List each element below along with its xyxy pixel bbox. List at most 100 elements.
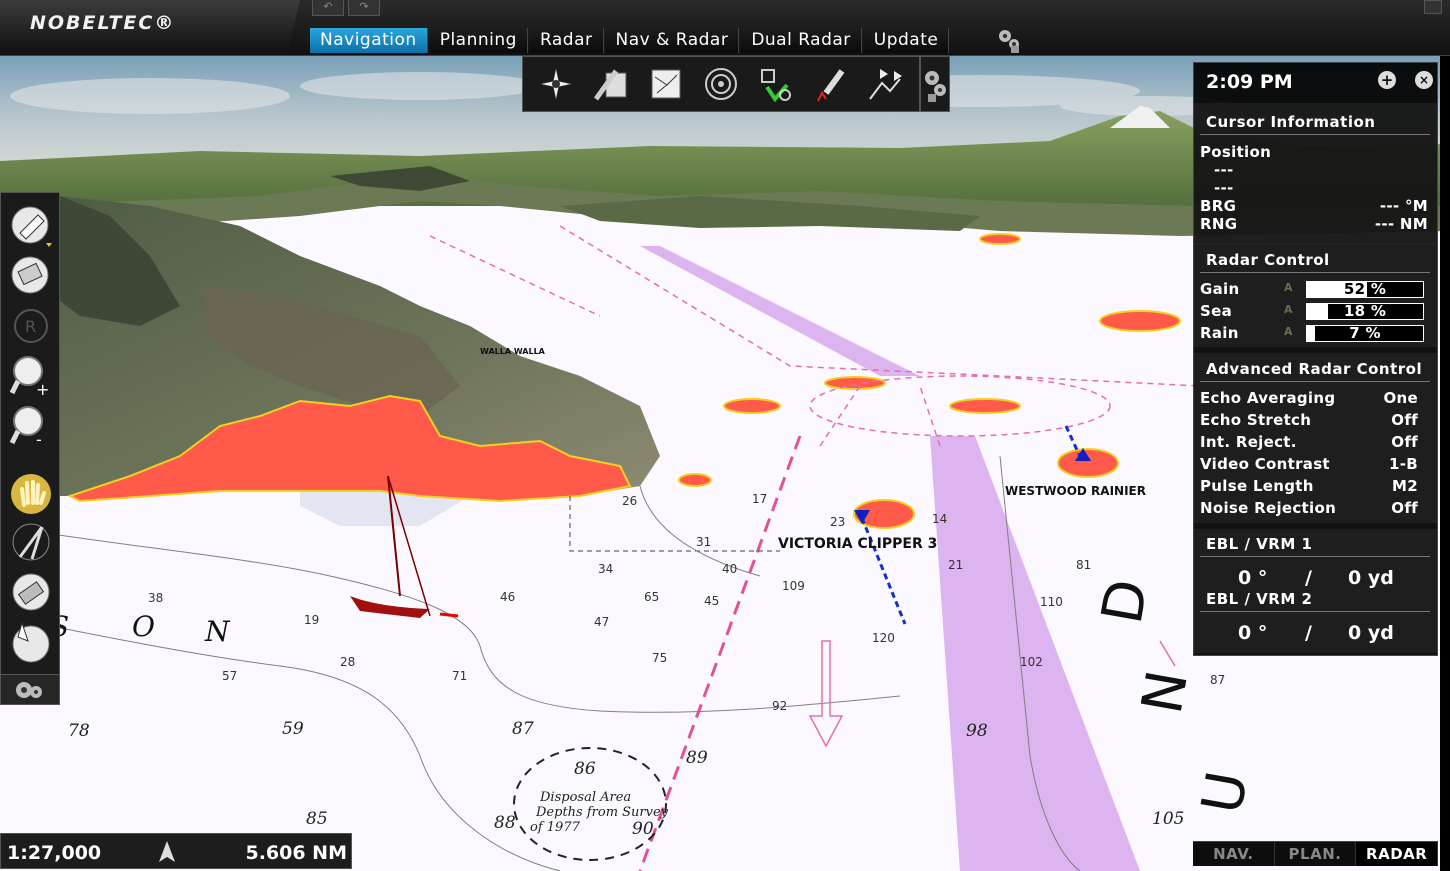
boat-center-icon[interactable] <box>8 203 54 249</box>
add-panel-button[interactable]: + <box>1378 71 1396 89</box>
area-note: of 1977 <box>530 820 581 835</box>
undo-redo-group: ↶ ↷ <box>312 0 384 18</box>
redo-button[interactable]: ↷ <box>348 0 380 16</box>
svg-text:+: + <box>36 380 49 399</box>
rain-slider[interactable]: 7 % <box>1306 325 1424 342</box>
sounding-label: 21 <box>948 558 963 572</box>
radar-r-icon[interactable]: R <box>8 303 54 349</box>
title-bar: NOBELTEC® ↶ ↷ Navigation Planning Radar … <box>0 0 1450 56</box>
sea-slider[interactable]: 18 % <box>1306 303 1424 320</box>
sea-auto-toggle[interactable]: A <box>1284 303 1293 316</box>
sounding-label: 110 <box>1040 595 1063 609</box>
sounding-label: 40 <box>722 562 737 576</box>
status-bar: 1:27,000 5.606 NM <box>0 833 352 869</box>
adv-row[interactable]: Pulse Length M2 <box>1200 477 1428 497</box>
north-up-icon[interactable] <box>8 619 54 665</box>
main-tabs: Navigation Planning Radar Nav & Radar Du… <box>310 28 950 53</box>
sounding-label: 120 <box>872 631 895 645</box>
sounding-label: 26 <box>622 494 637 508</box>
sounding-label: 65 <box>644 590 659 604</box>
sounding-label: 71 <box>452 669 467 683</box>
section-title: Advanced Radar Control <box>1200 360 1430 382</box>
pencil-track-icon[interactable] <box>812 65 850 103</box>
sounding-label: 17 <box>752 492 767 506</box>
sounding-label: 47 <box>594 615 609 629</box>
cursor-lat: --- <box>1214 161 1234 179</box>
zoom-in-icon[interactable]: + <box>8 353 54 399</box>
sounding-label: 92 <box>772 699 787 713</box>
close-panel-button[interactable]: × <box>1415 71 1433 89</box>
tab-nav-radar[interactable]: Nav & Radar <box>605 28 740 53</box>
sounding-label: 87 <box>1210 673 1225 687</box>
left-toolbar-gear-icon[interactable] <box>1 674 59 704</box>
right-edge <box>1440 56 1450 871</box>
sounding-label: 87 <box>512 719 534 739</box>
gps-unit-icon[interactable] <box>8 253 54 299</box>
tab-radar[interactable]: Radar <box>529 28 604 53</box>
mark-flags-icon[interactable] <box>866 65 904 103</box>
ebl-vrm-2-title: EBL / VRM 2 <box>1200 590 1430 612</box>
cursor-position-row: Position <box>1200 143 1272 161</box>
undo-button[interactable]: ↶ <box>312 0 344 16</box>
sounding-label: 85 <box>306 809 328 829</box>
sounding-label: 45 <box>704 594 719 608</box>
pan-hand-icon[interactable] <box>8 471 54 517</box>
chart-letter: O <box>132 610 155 643</box>
sounding-label: 105 <box>1152 809 1184 829</box>
marker-tool-icon[interactable] <box>8 569 54 615</box>
route-edit-icon[interactable] <box>592 65 630 103</box>
adv-row[interactable]: Int. Reject. Off <box>1200 433 1428 453</box>
vessel-label: VICTORIA CLIPPER 3 <box>778 536 937 552</box>
waypoint-select-icon[interactable] <box>757 65 795 103</box>
sounding-label: 28 <box>340 655 355 669</box>
sounding-label: 14 <box>932 512 947 526</box>
sounding-label: 81 <box>1076 558 1091 572</box>
tab-navigation[interactable]: Navigation <box>310 28 428 53</box>
place-label: WALLA WALLA <box>480 347 546 356</box>
toolbar-settings-gear-icon[interactable] <box>920 56 950 112</box>
nobeltec-logo: NOBELTEC® <box>0 0 300 50</box>
panel-tabs: NAV. PLAN. RADAR <box>1193 841 1439 866</box>
adv-row[interactable]: Echo Averaging One <box>1200 389 1428 409</box>
cursor-brg-row: BRG --- °M <box>1200 197 1428 215</box>
gain-slider[interactable]: 52 % <box>1306 281 1424 298</box>
tab-plan[interactable]: PLAN. <box>1275 842 1357 866</box>
sounding-label: 19 <box>304 613 319 627</box>
measure-dividers-icon[interactable] <box>8 519 54 565</box>
vessel-label: WESTWOOD RAINIER <box>1005 484 1146 498</box>
sounding-label: 31 <box>696 535 711 549</box>
sounding-label: 98 <box>966 721 988 741</box>
cursor-rng-row: RNG --- NM <box>1200 215 1428 233</box>
tab-settings-gear-icon[interactable] <box>996 26 1022 54</box>
adv-row[interactable]: Echo Stretch Off <box>1200 411 1428 431</box>
sounding-label: 89 <box>686 748 708 768</box>
gain-auto-toggle[interactable]: A <box>1284 281 1293 294</box>
radar-target-icon[interactable] <box>702 65 740 103</box>
zoom-out-icon[interactable]: - <box>8 403 54 449</box>
sounding-label: 23 <box>830 515 845 529</box>
svg-text:-: - <box>36 430 42 449</box>
gain-row: Gain A 52 % <box>1200 280 1428 300</box>
compass-rose-icon[interactable] <box>537 65 575 103</box>
maximize-button[interactable] <box>1424 0 1442 14</box>
adv-row[interactable]: Noise Rejection Off <box>1200 499 1428 519</box>
area-note: Depths from Survey <box>535 805 669 820</box>
tab-dual-radar[interactable]: Dual Radar <box>741 28 862 53</box>
sounding-label: 88 <box>494 813 516 833</box>
svg-text:R: R <box>25 317 36 336</box>
north-arrow-icon <box>157 840 177 864</box>
rain-row: Rain A 7 % <box>1200 324 1428 344</box>
sounding-label: 38 <box>148 591 163 605</box>
adv-row[interactable]: Video Contrast 1-B <box>1200 455 1428 475</box>
chart-scale: 1:27,000 <box>7 842 102 864</box>
chart-layers-icon[interactable] <box>647 65 685 103</box>
section-title: Cursor Information <box>1200 113 1430 135</box>
tab-update[interactable]: Update <box>863 28 950 53</box>
sounding-label: 90 <box>632 819 654 839</box>
rain-auto-toggle[interactable]: A <box>1284 325 1293 338</box>
tab-planning[interactable]: Planning <box>429 28 528 53</box>
left-toolbar: R + - <box>0 192 60 705</box>
sounding-label: 102 <box>1020 655 1043 669</box>
tab-radar-panel[interactable]: RADAR <box>1356 842 1439 866</box>
tab-nav[interactable]: NAV. <box>1193 842 1275 866</box>
